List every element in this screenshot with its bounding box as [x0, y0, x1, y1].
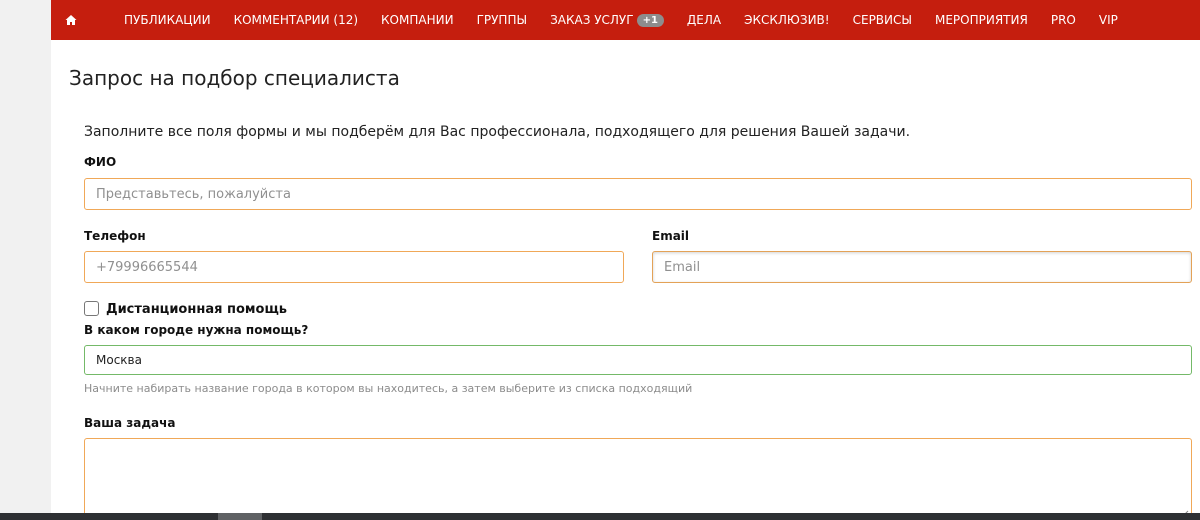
nav-comments[interactable]: КОММЕНТАРИИ (12): [234, 13, 358, 27]
home-icon: [65, 15, 77, 25]
scroll-thumb[interactable]: [218, 513, 262, 520]
nav-order-services-label: ЗАКАЗ УСЛУГ: [550, 13, 634, 27]
main-panel: ПУБЛИКАЦИИ КОММЕНТАРИИ (12) КОМПАНИИ ГРУ…: [51, 0, 1200, 520]
nav-pro[interactable]: PRO: [1051, 13, 1076, 27]
form-intro-text: Заполните все поля формы и мы подберём д…: [84, 124, 911, 140]
bottom-taskbar-strip: [0, 513, 1200, 520]
nav-exclusive[interactable]: ЭКСКЛЮЗИВ!: [744, 13, 830, 27]
nav-services[interactable]: СЕРВИСЫ: [853, 13, 912, 27]
top-navbar: ПУБЛИКАЦИИ КОММЕНТАРИИ (12) КОМПАНИИ ГРУ…: [51, 0, 1200, 40]
nav-home[interactable]: [65, 14, 101, 26]
city-label: В каком городе нужна помощь?: [84, 323, 309, 337]
phone-input[interactable]: +79996665544: [84, 251, 624, 283]
name-input[interactable]: Представьтесь, пожалуйста: [84, 178, 1192, 210]
city-input[interactable]: Москва: [84, 345, 1192, 375]
city-input-value: Москва: [96, 353, 142, 367]
nav-order-services-badge: +1: [636, 13, 664, 27]
city-hint: Начните набирать название города в котор…: [84, 382, 693, 395]
nav-vip[interactable]: VIP: [1099, 13, 1118, 27]
left-gutter: [0, 0, 51, 520]
email-label: Email: [652, 229, 690, 243]
remote-help-label[interactable]: Дистанционная помощь: [106, 302, 287, 317]
task-textarea[interactable]: [84, 438, 1192, 520]
nav-publications[interactable]: ПУБЛИКАЦИИ: [124, 13, 211, 27]
nav-cases[interactable]: ДЕЛА: [687, 13, 721, 27]
task-label: Ваша задача: [84, 416, 176, 430]
nav-events[interactable]: МЕРОПРИЯТИЯ: [935, 13, 1028, 27]
name-label: ФИО: [84, 155, 117, 169]
name-input-placeholder: Представьтесь, пожалуйста: [96, 186, 291, 202]
phone-input-placeholder: +79996665544: [96, 259, 198, 275]
phone-label: Телефон: [84, 229, 146, 243]
email-input-placeholder: Email: [664, 259, 701, 275]
email-input[interactable]: Email: [652, 251, 1192, 283]
nav-companies[interactable]: КОМПАНИИ: [381, 13, 454, 27]
nav-groups[interactable]: ГРУППЫ: [477, 13, 528, 27]
remote-help-checkbox[interactable]: [84, 301, 99, 316]
page-title: Запрос на подбор специалиста: [69, 66, 400, 90]
nav-order-services[interactable]: ЗАКАЗ УСЛУГ +1: [550, 13, 664, 27]
